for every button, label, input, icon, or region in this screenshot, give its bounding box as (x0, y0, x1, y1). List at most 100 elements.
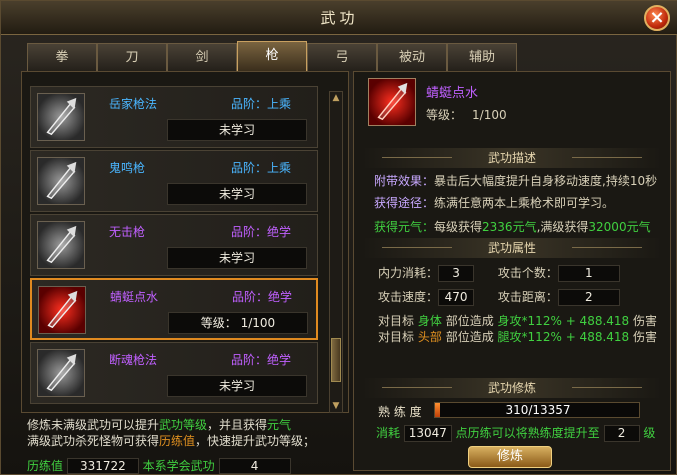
train-button[interactable]: 修炼 (468, 446, 552, 468)
dmg2-e: *112% (521, 330, 562, 344)
skill-rank: 品阶：绝学 (232, 290, 293, 304)
yuanqi-a: 每级获得 (434, 220, 483, 234)
skill-rank: 品阶：上乘 (231, 161, 292, 175)
skill-list: 岳家枪法 品阶：上乘 未学习 鬼鸣枪 品阶：上乘 未学习 无击枪 品阶：绝学 未学习 蜻蜓点水 品阶… (21, 71, 349, 413)
skill-rank: 品阶：绝学 (231, 225, 292, 239)
spear-icon (37, 221, 85, 269)
dmg-row-2: 对目标 头部 部位造成 腿攻*112% + 488.418 伤害 (378, 328, 668, 345)
prof-label: 熟 练 度 (378, 405, 422, 419)
range-value: 2 (557, 289, 620, 306)
skill-status: 未学习 (167, 119, 307, 141)
skill-detail-panel: 蜻蜓点水 等级： 1/100 武功描述 附带效果：暴击后大幅度提升自身移动速度,持… (353, 71, 671, 471)
cost-label: 消耗 (376, 426, 401, 440)
exp-value: 331722 (66, 458, 139, 474)
proficiency-bar: 310/13357 (434, 402, 640, 418)
skill-name: 鬼鸣枪 (109, 161, 146, 175)
speed-value: 470 (438, 289, 475, 306)
skill-list-item[interactable]: 无击枪 品阶：绝学未学习 (30, 214, 318, 276)
hint-line2-b: 历练值 (159, 434, 196, 448)
upgrade-row: 消耗 13047 点历练可以将熟练度提升至 2 级 (376, 424, 666, 442)
effect-text: 暴击后大幅度提升自身移动速度,持续10秒 (434, 174, 658, 188)
effect-line: 附带效果：暴击后大幅度提升自身移动速度,持续10秒 (374, 172, 657, 189)
dmg2-d: 腿攻 (497, 330, 522, 344)
spear-icon (368, 78, 416, 126)
yuanqi-d: 32000元气 (588, 220, 651, 234)
hint-line1-a: 修炼未满级武功可以提升 (27, 418, 160, 432)
proficiency-value: 310/13357 (505, 403, 571, 417)
scroll-down-icon[interactable]: ▼ (330, 400, 342, 412)
hint-line2-c: ，快速提升武功等级； (195, 434, 316, 448)
range-label: 攻击距离： (497, 290, 558, 304)
level-label: 等级： (426, 108, 463, 122)
dmg1-c: 部位造成 (445, 314, 494, 328)
skill-name: 无击枪 (109, 225, 146, 239)
path-text: 练满任意两本上乘枪术即可学习。 (434, 196, 615, 210)
learn-stats: 历练值 331722 本系学会武功 4 (27, 457, 347, 474)
attr-title: 武功属性 (362, 238, 662, 258)
skill-list-item[interactable]: 岳家枪法 品阶：上乘未学习 (30, 86, 318, 148)
dmg1-e: *112% (521, 314, 562, 328)
spear-icon (37, 349, 85, 397)
yuanqi-label: 获得元气： (374, 220, 435, 234)
hint-line1-c: ，并且获得 (207, 418, 268, 432)
learned-value: 4 (218, 458, 291, 474)
skill-list-item[interactable]: 鬼鸣枪 品阶：上乘未学习 (30, 150, 318, 212)
skill-status: 未学习 (167, 183, 307, 205)
level-value: 1/100 (472, 108, 507, 122)
upgrade-unit: 级 (643, 426, 656, 440)
exp-label: 历练值 (27, 459, 64, 473)
effect-label: 附带效果： (374, 174, 435, 188)
desc-title: 武功描述 (362, 148, 662, 168)
neili-label: 内力消耗： (378, 266, 439, 280)
yuanqi-line: 获得元气：每级获得2336元气,满级获得32000元气 (374, 218, 651, 235)
hint-line1-b: 武功等级 (159, 418, 208, 432)
detail-level: 等级： 1/100 (426, 106, 507, 123)
tab-2[interactable]: 剑 (167, 43, 237, 71)
tab-0[interactable]: 拳 (27, 43, 97, 71)
spear-icon (38, 286, 86, 334)
dmg2-g: 伤害 (633, 330, 658, 344)
scroll-up-icon[interactable]: ▲ (330, 92, 342, 104)
yuanqi-c: ,满级获得 (536, 220, 589, 234)
skill-name: 岳家枪法 (109, 97, 158, 111)
cost-value: 13047 (403, 425, 452, 442)
title-bar[interactable]: 武功 × (1, 1, 677, 35)
attr-row-1: 内力消耗： 3 攻击个数： 1 (378, 264, 668, 282)
skill-list-item[interactable]: 断魂枪法 品阶：绝学未学习 (30, 342, 318, 404)
skill-name: 断魂枪法 (109, 353, 158, 367)
hint-text: 修炼未满级武功可以提升武功等级，并且获得元气 满级武功杀死怪物可获得历练值，快速… (27, 417, 347, 449)
skill-rank: 品阶：上乘 (231, 97, 292, 111)
scroll-thumb[interactable] (331, 338, 341, 382)
skill-status: 未学习 (167, 375, 307, 397)
path-line: 获得途径：练满任意两本上乘枪术即可学习。 (374, 194, 614, 211)
tab-5[interactable]: 被动 (377, 43, 447, 71)
attr-row-2: 攻击速度： 470 攻击距离： 2 (378, 288, 668, 306)
skill-rank: 品阶：绝学 (231, 353, 292, 367)
spear-icon (37, 157, 85, 205)
dmg1-a: 对目标 (378, 314, 415, 328)
neili-value: 3 (438, 265, 475, 282)
dmg1-d: 身攻 (497, 314, 522, 328)
dmg1-f: + 488.418 (565, 314, 630, 328)
tab-1[interactable]: 刀 (97, 43, 167, 71)
dmg2-f: + 488.418 (565, 330, 630, 344)
hint-line2-a: 满级武功杀死怪物可获得 (27, 434, 160, 448)
dmg-row-1: 对目标 身体 部位造成 身攻*112% + 488.418 伤害 (378, 312, 668, 329)
skill-status: 未学习 (167, 247, 307, 269)
scrollbar[interactable]: ▲ ▼ (329, 91, 343, 413)
close-icon[interactable]: × (644, 5, 670, 31)
tab-6[interactable]: 辅助 (447, 43, 517, 71)
martial-arts-window: 武功 × 拳刀剑枪弓被动 辅助 岳家枪法 品阶：上乘 未学习 鬼鸣枪 品阶：上乘 未学习 无击… (0, 0, 677, 475)
dmg2-a: 对目标 (378, 330, 415, 344)
skill-list-item[interactable]: 蜻蜓点水 品阶：绝学 等级： 1/100 (30, 278, 318, 340)
dmg1-g: 伤害 (633, 314, 658, 328)
tab-4[interactable]: 弓 (307, 43, 377, 71)
window-title: 武功 (320, 9, 359, 27)
spear-icon (37, 93, 85, 141)
path-label: 获得途径： (374, 196, 435, 210)
count-label: 攻击个数： (497, 266, 558, 280)
tab-3[interactable]: 枪 (237, 41, 307, 71)
speed-label: 攻击速度： (378, 290, 439, 304)
yuanqi-b: 2336元气 (482, 220, 537, 234)
upgrade-value: 2 (603, 425, 640, 442)
